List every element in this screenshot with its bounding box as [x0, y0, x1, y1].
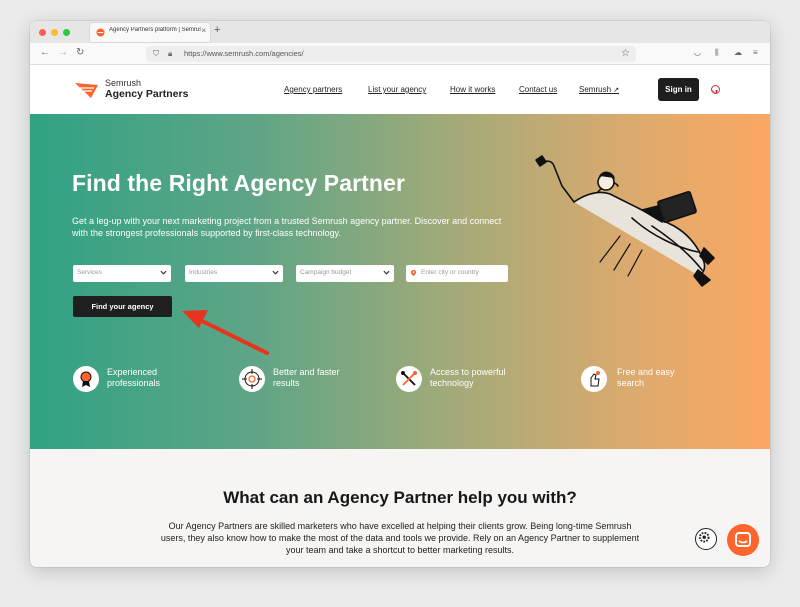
menu-agency-partners[interactable]: Agency partners [284, 85, 342, 94]
library-icon[interactable]: ⫼ [715, 48, 719, 58]
tab-agency-partners[interactable]: Agency Partners platform | Semrush × [90, 23, 210, 42]
extensions-icon[interactable]: ☁ [734, 48, 742, 57]
location-placeholder: Enter city or country [421, 269, 479, 276]
chat-icon [735, 532, 751, 547]
sign-in-button[interactable]: Sign in [658, 78, 699, 101]
chevron-down-icon [383, 270, 390, 275]
feature-technology: Access to powerful technology [430, 367, 506, 388]
services-dropdown[interactable]: Services [73, 265, 171, 282]
location-pin-icon [410, 269, 417, 277]
lock-icon[interactable]: 🔒︎ [168, 49, 172, 59]
maximize-window-button[interactable] [63, 29, 70, 36]
location-input[interactable]: Enter city or country [406, 265, 508, 282]
hero-title: Find the Right Agency Partner [72, 170, 406, 196]
section-body: Our Agency Partners are skilled marketer… [160, 521, 640, 555]
back-icon[interactable]: ← [40, 47, 50, 58]
agency-partner-help-section: What can an Agency Partner help you with… [30, 449, 770, 567]
feature-experienced: Experienced professionals [107, 367, 161, 388]
feature-free-search: Free and easy search [617, 367, 675, 388]
hero-section: Find the Right Agency Partner Get a leg-… [30, 114, 770, 449]
menu-how-it-works[interactable]: How it works [450, 85, 495, 94]
target-icon [239, 366, 265, 392]
tools-icon [396, 366, 422, 392]
url-text[interactable]: https://www.semrush.com/agencies/ [184, 49, 304, 58]
menu-icon[interactable]: ≡ [753, 48, 758, 57]
semrush-logo-icon[interactable] [74, 80, 100, 100]
menu-semrush-label: Semrush [579, 85, 612, 94]
campaign-budget-dropdown-label: Campaign budget [300, 269, 352, 276]
find-your-agency-button[interactable]: Find your agency [73, 296, 172, 317]
hand-icon [581, 366, 607, 392]
navigation-bar: ← → ↻ ⛉ 🔒︎ https://www.semrush.com/agenc… [30, 43, 770, 65]
new-tab-button[interactable]: + [214, 24, 220, 36]
chat-widget-button[interactable] [727, 524, 759, 556]
forward-icon[interactable]: → [58, 47, 68, 58]
bookmark-star-icon[interactable]: ☆ [621, 48, 630, 59]
logo-product[interactable]: Agency Partners [105, 88, 188, 100]
section-title: What can an Agency Partner help you with… [223, 488, 577, 507]
flying-businessman-illustration [535, 155, 715, 287]
language-flag-icon[interactable] [711, 85, 720, 94]
tab-bar: Agency Partners platform | Semrush × + [30, 21, 770, 43]
external-link-icon: ↗ [613, 87, 620, 94]
industries-dropdown[interactable]: Industries [185, 265, 283, 282]
logo-brand[interactable]: Semrush [105, 78, 141, 88]
services-dropdown-label: Services [77, 269, 102, 276]
menu-contact-us[interactable]: Contact us [519, 85, 557, 94]
industries-dropdown-label: Industries [189, 269, 218, 276]
semrush-favicon-icon [96, 28, 105, 37]
feature-better-results: Better and faster results [273, 367, 340, 388]
close-window-button[interactable] [39, 29, 46, 36]
tab-title: Agency Partners platform | Semrush [109, 27, 201, 33]
campaign-budget-dropdown[interactable]: Campaign budget [296, 265, 394, 282]
shield-icon[interactable]: ⛉ [153, 49, 159, 59]
medal-icon [73, 366, 99, 392]
site-header: Semrush Agency Partners Agency partners … [30, 66, 770, 114]
tab-close-icon[interactable]: × [201, 26, 206, 35]
menu-list-your-agency[interactable]: List your agency [368, 85, 426, 94]
gear-icon[interactable] [695, 528, 717, 550]
menu-semrush[interactable]: Semrush ↗ [579, 85, 619, 94]
pocket-icon[interactable]: ◡ [694, 48, 701, 57]
reload-icon[interactable]: ↻ [76, 47, 84, 58]
minimize-window-button[interactable] [51, 29, 58, 36]
chevron-down-icon [272, 270, 279, 275]
browser-window: Agency Partners platform | Semrush × + ←… [30, 21, 770, 567]
chevron-down-icon [160, 270, 167, 275]
hero-subtitle: Get a leg-up with your next marketing pr… [72, 216, 502, 238]
address-bar[interactable]: ⛉ 🔒︎ https://www.semrush.com/agencies/ ☆ [146, 46, 636, 62]
